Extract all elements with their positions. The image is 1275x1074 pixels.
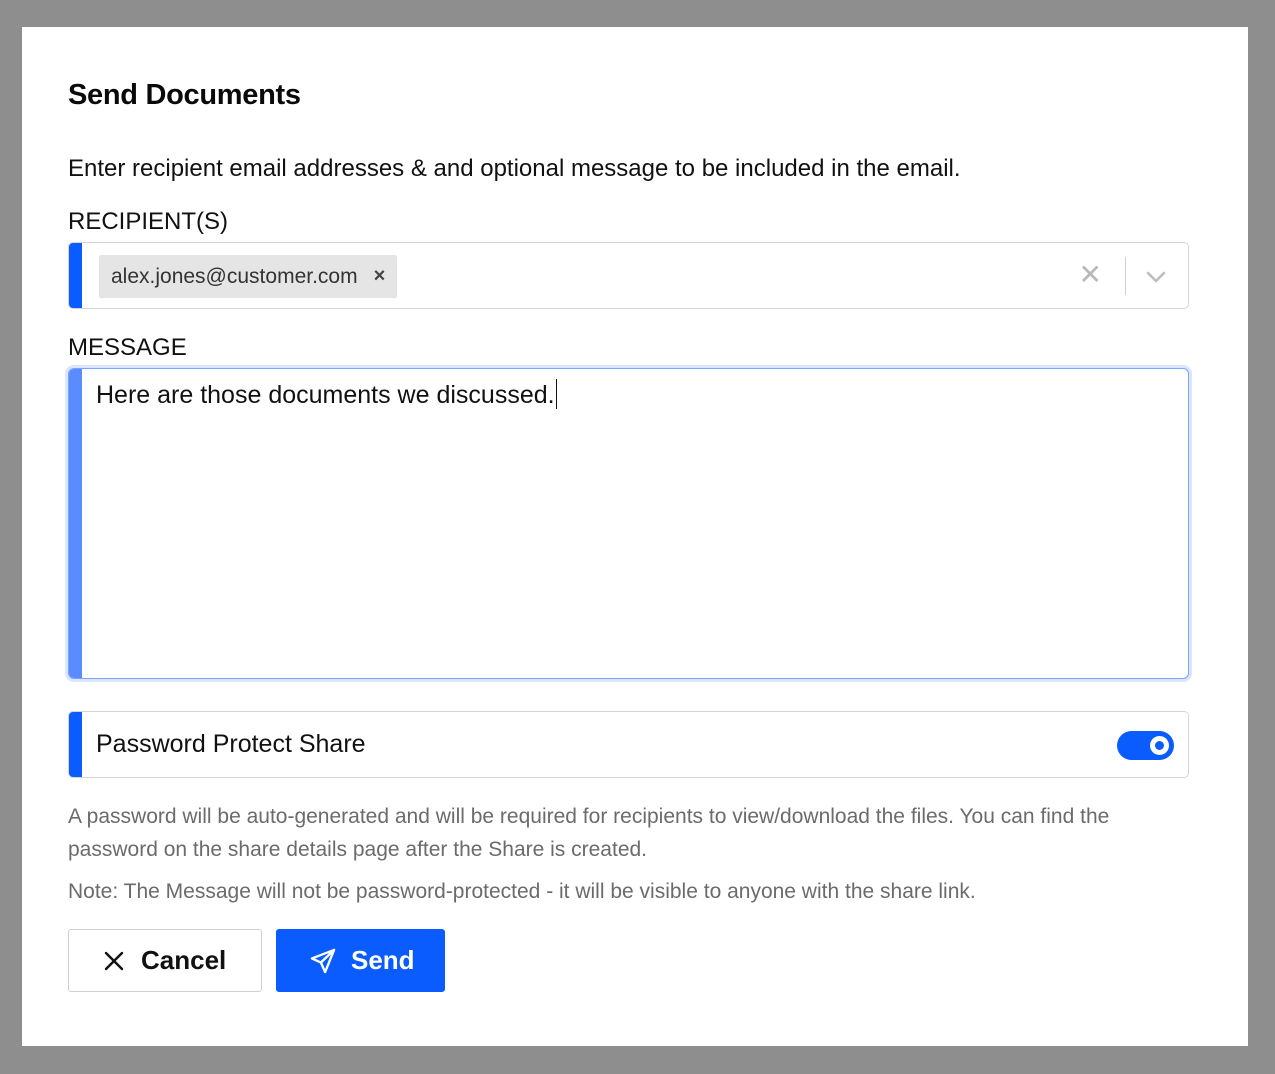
chevron-down-icon[interactable] bbox=[1144, 265, 1168, 289]
indicator-separator bbox=[1125, 257, 1126, 295]
recipients-select[interactable]: alex.jones@customer.com × ✕ bbox=[68, 242, 1189, 309]
message-accent-bar bbox=[69, 369, 82, 678]
recipient-chip-label: alex.jones@customer.com bbox=[111, 264, 358, 288]
send-button-label: Send bbox=[351, 945, 415, 975]
recipients-accent-bar bbox=[69, 243, 82, 308]
password-accent-bar bbox=[69, 712, 82, 777]
password-protect-row: Password Protect Share bbox=[68, 711, 1189, 778]
message-textarea[interactable]: Here are those documents we discussed. bbox=[68, 368, 1189, 679]
password-note-text: Note: The Message will not be password-p… bbox=[68, 880, 976, 903]
message-label: MESSAGE bbox=[68, 334, 187, 361]
send-documents-dialog: Send Documents Enter recipient email add… bbox=[22, 27, 1248, 1046]
password-protect-label: Password Protect Share bbox=[96, 730, 366, 758]
recipients-label: RECIPIENT(S) bbox=[68, 208, 229, 235]
cancel-button-label: Cancel bbox=[141, 945, 227, 975]
text-caret bbox=[555, 379, 558, 409]
recipient-chip: alex.jones@customer.com × bbox=[99, 255, 398, 298]
message-text: Here are those documents we discussed. bbox=[96, 379, 558, 410]
toggle-knob bbox=[1150, 736, 1169, 755]
send-button[interactable]: Send bbox=[276, 929, 445, 992]
cancel-button[interactable]: Cancel bbox=[68, 929, 262, 992]
remove-recipient-icon[interactable]: × bbox=[374, 265, 386, 288]
password-protect-toggle[interactable] bbox=[1117, 731, 1174, 760]
paper-plane-icon bbox=[310, 948, 336, 973]
dialog-intro-text: Enter recipient email addresses & and op… bbox=[68, 155, 961, 182]
dialog-title: Send Documents bbox=[68, 79, 301, 111]
message-value: Here are those documents we discussed. bbox=[96, 381, 555, 409]
clear-recipients-icon[interactable]: ✕ bbox=[1079, 261, 1102, 289]
close-icon bbox=[104, 951, 124, 970]
password-help-text: A password will be auto-generated and wi… bbox=[68, 805, 1110, 861]
